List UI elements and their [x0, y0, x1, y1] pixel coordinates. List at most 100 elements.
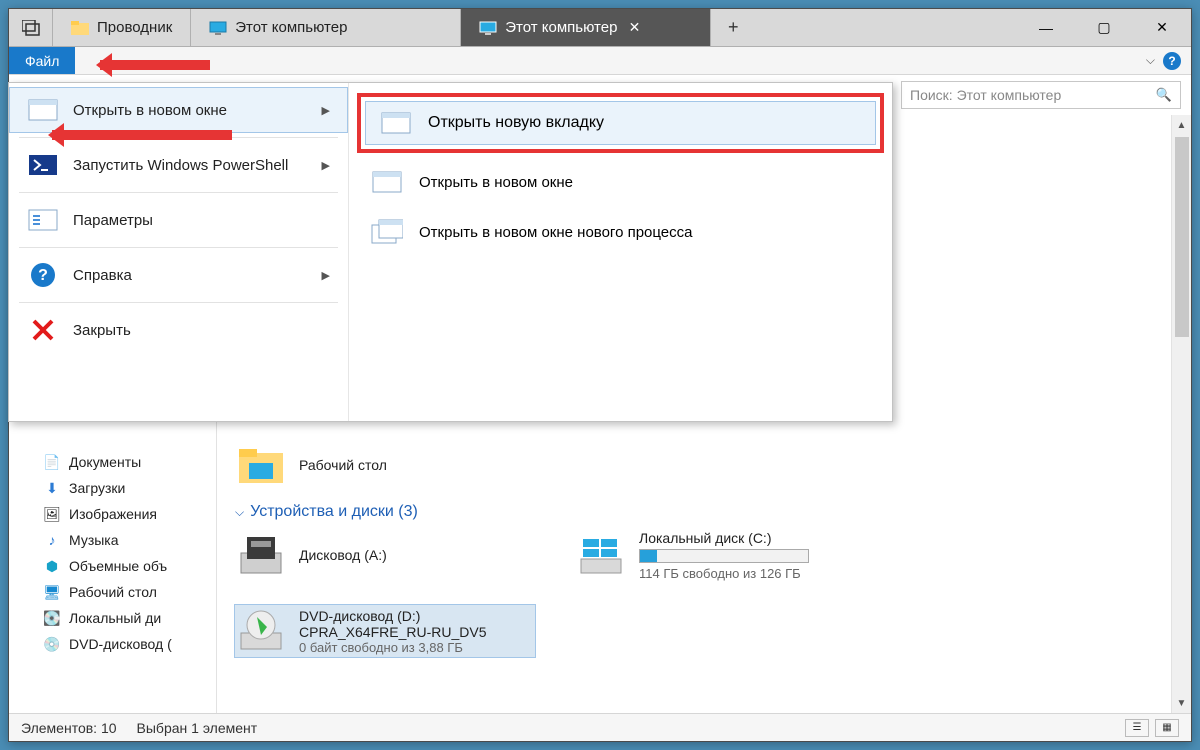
download-icon: ⬇ — [43, 479, 61, 497]
annotation-arrow-1 — [100, 60, 210, 70]
powershell-icon — [27, 152, 59, 178]
tile-label: Рабочий стол — [299, 457, 387, 473]
sidebar-item-localdisk[interactable]: 💽 Локальный ди — [9, 605, 216, 631]
device-label: Дисковод (A:) — [299, 547, 387, 563]
tab-explorer[interactable]: Проводник — [53, 9, 191, 46]
help-icon[interactable]: ? — [1163, 52, 1181, 70]
sidebar-item-documents[interactable]: 📄 Документы — [9, 449, 216, 475]
fm-help[interactable]: ? Справка ▶ — [9, 252, 348, 298]
section-devices-header[interactable]: ⌵ Устройства и диски (3) — [235, 503, 1153, 521]
chevron-right-icon: ▶ — [322, 159, 330, 172]
fm-item-label: Параметры — [73, 212, 153, 229]
windows-disk-icon — [575, 529, 627, 581]
windows-stack-icon — [371, 219, 403, 245]
fm-sub-label: Открыть в новом окне нового процесса — [419, 224, 693, 241]
ribbon-collapse-icon[interactable]: ⌵ — [1146, 53, 1155, 68]
view-tiles-button[interactable]: ▦ — [1155, 719, 1179, 737]
tabs-icon — [22, 20, 40, 36]
new-tab-button[interactable]: + — [711, 9, 755, 46]
close-icon — [27, 317, 59, 343]
dvd-icon: 💿 — [43, 635, 61, 653]
sidebar-item-label: Объемные объ — [69, 558, 167, 574]
device-localdisk[interactable]: Локальный диск (C:) 114 ГБ свободно из 1… — [575, 529, 875, 581]
close-button[interactable]: ✕ — [1133, 9, 1191, 46]
window-icon — [27, 97, 59, 123]
sidebar-item-3d[interactable]: ⬢ Объемные объ — [9, 553, 216, 579]
sidebar-item-label: Документы — [69, 454, 141, 470]
sidebar-item-label: Изображения — [69, 506, 157, 522]
chevron-right-icon: ▶ — [322, 104, 330, 117]
svg-text:?: ? — [38, 267, 48, 284]
sidebar-item-desktop[interactable]: 🖥 Рабочий стол — [9, 579, 216, 605]
chevron-down-icon: ⌵ — [235, 505, 244, 520]
fm-sub-open-new-process[interactable]: Открыть в новом окне нового процесса — [349, 207, 892, 257]
section-title: Устройства и диски (3) — [250, 503, 418, 521]
music-icon: ♪ — [43, 531, 61, 549]
monitor-icon — [209, 19, 227, 37]
scroll-down-arrow[interactable]: ▼ — [1172, 693, 1191, 713]
desktop-icon: 🖥 — [43, 583, 61, 601]
fm-sub-open-new-tab[interactable]: Открыть новую вкладку — [365, 101, 876, 145]
chevron-right-icon: ▶ — [322, 269, 330, 282]
folder-tile-desktop[interactable]: Рабочий стол — [235, 439, 535, 491]
device-label: DVD-дисковод (D:) — [299, 608, 487, 624]
device-dvd-selected[interactable]: DVD-дисковод (D:) CPRA_X64FRE_RU-RU_DV5 … — [235, 605, 535, 657]
scroll-thumb[interactable] — [1175, 137, 1189, 337]
tab-thispc-2-active[interactable]: Этот компьютер ✕ — [461, 9, 711, 46]
device-free: 114 ГБ свободно из 126 ГБ — [639, 566, 809, 581]
status-count: Элементов: 10 — [21, 720, 117, 736]
view-details-button[interactable]: ☰ — [1125, 719, 1149, 737]
tab-thispc-1[interactable]: Этот компьютер — [191, 9, 461, 46]
folder-icon — [71, 19, 89, 37]
sidebar-item-pictures[interactable]: 🖼 Изображения — [9, 501, 216, 527]
fm-powershell[interactable]: Запустить Windows PowerShell ▶ — [9, 142, 348, 188]
maximize-button[interactable]: ▢ — [1075, 9, 1133, 46]
window-icon — [380, 110, 412, 136]
fm-sub-open-new-window[interactable]: Открыть в новом окне — [349, 157, 892, 207]
fm-item-label: Запустить Windows PowerShell — [73, 157, 288, 174]
device-label: Локальный диск (C:) — [639, 530, 809, 546]
sidebar-item-label: Локальный ди — [69, 610, 161, 626]
file-menu-submenu: Открыть новую вкладку Открыть в новом ок… — [349, 83, 892, 421]
tab-label: Этот компьютер — [505, 19, 617, 36]
options-icon — [27, 207, 59, 233]
document-icon: 📄 — [43, 453, 61, 471]
tab-close-button[interactable]: ✕ — [625, 19, 643, 37]
file-menu-button[interactable]: Файл — [9, 47, 75, 74]
dvd-drive-icon — [235, 605, 287, 657]
monitor-icon — [479, 19, 497, 37]
sidebar-item-downloads[interactable]: ⬇ Загрузки — [9, 475, 216, 501]
vertical-scrollbar[interactable]: ▲ ▼ — [1171, 115, 1191, 713]
tab-label: Проводник — [97, 19, 172, 36]
search-icon: 🔍 — [1156, 87, 1172, 103]
search-input[interactable]: Поиск: Этот компьютер 🔍 — [901, 81, 1181, 109]
window-icon — [371, 169, 403, 195]
pictures-icon: 🖼 — [43, 505, 61, 523]
sidebar-item-label: Музыка — [69, 532, 119, 548]
titlebar: Проводник Этот компьютер Этот компьютер … — [9, 9, 1191, 47]
minimize-button[interactable]: — — [1017, 9, 1075, 46]
sidebar-item-music[interactable]: ♪ Музыка — [9, 527, 216, 553]
window-controls: — ▢ ✕ — [1017, 9, 1191, 46]
fm-item-label: Закрыть — [73, 322, 131, 339]
disk-icon: 💽 — [43, 609, 61, 627]
device-sublabel: CPRA_X64FRE_RU-RU_DV5 — [299, 624, 487, 640]
cube-icon: ⬢ — [43, 557, 61, 575]
folder-icon — [235, 439, 287, 491]
fm-close[interactable]: Закрыть — [9, 307, 348, 353]
status-bar: Элементов: 10 Выбран 1 элемент ☰ ▦ — [9, 713, 1191, 741]
annotation-highlight: Открыть новую вкладку — [357, 93, 884, 153]
sidebar-item-label: Рабочий стол — [69, 584, 157, 600]
fm-item-label: Открыть в новом окне — [73, 102, 227, 119]
sidebar-item-dvd[interactable]: 💿DVD-дисковод ( — [9, 631, 216, 657]
scroll-up-arrow[interactable]: ▲ — [1172, 115, 1191, 135]
floppy-icon — [235, 529, 287, 581]
fm-item-label: Справка — [73, 267, 132, 284]
help-icon: ? — [27, 262, 59, 288]
tabs-overview-button[interactable] — [9, 9, 53, 46]
device-free: 0 байт свободно из 3,88 ГБ — [299, 640, 487, 655]
sidebar-item-label: Загрузки — [69, 480, 125, 496]
tab-label: Этот компьютер — [235, 19, 347, 36]
device-floppy[interactable]: Дисковод (A:) — [235, 529, 535, 581]
fm-options[interactable]: Параметры — [9, 197, 348, 243]
